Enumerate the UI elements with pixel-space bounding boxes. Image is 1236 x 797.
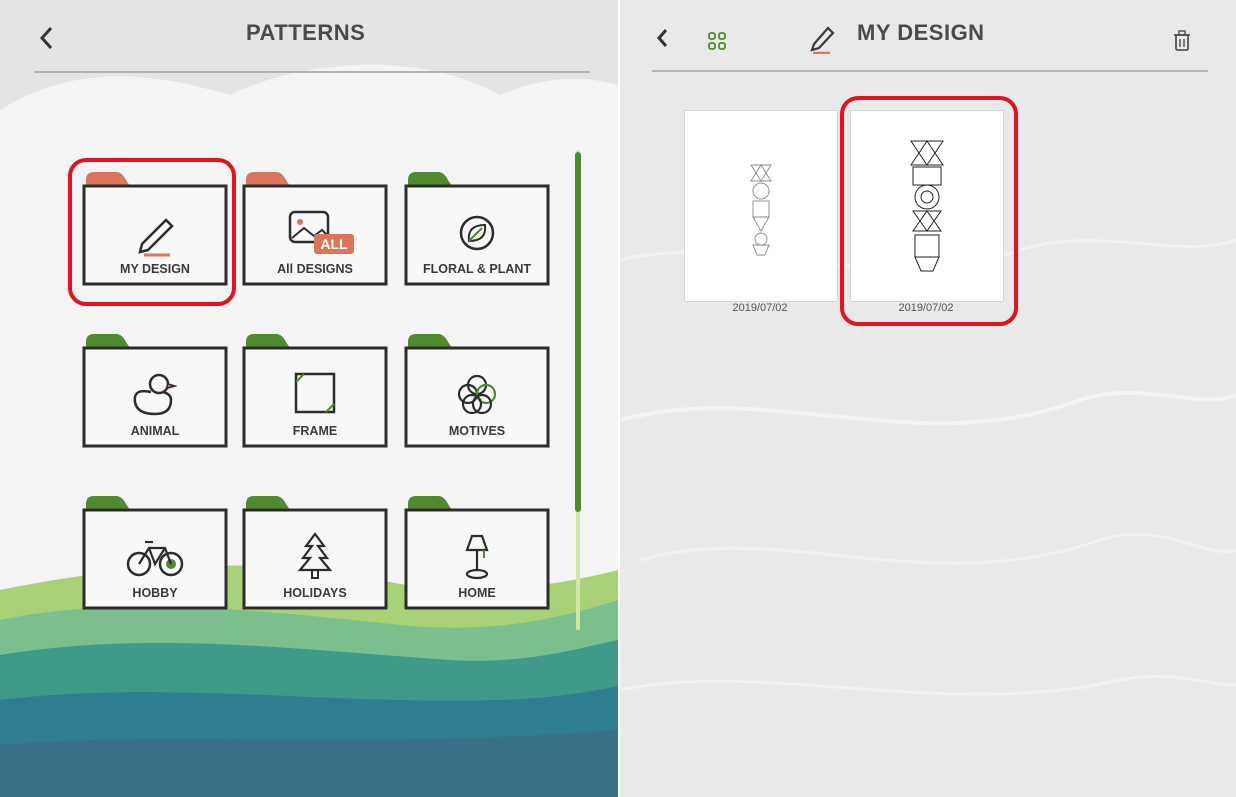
category-label: FLORAL & PLANT [422,262,532,276]
category-floral-plant[interactable]: FLORAL & PLANT [402,170,552,290]
duck-icon [80,370,230,420]
image-all-icon: ALL [240,208,390,258]
highlight-box [840,96,1018,326]
category-label: HOBBY [132,586,178,600]
my-design-screen: MY DESIGN 2019/07/02 2019/07/02 [620,0,1236,797]
motif-icon [402,370,552,420]
category-animal[interactable]: ANIMAL [80,332,230,452]
page-title: MY DESIGN [857,20,985,45]
back-button[interactable] [34,24,58,52]
category-all-designs[interactable]: ALL All DESIGNS [240,170,390,290]
bicycle-icon [80,532,230,582]
category-frame[interactable]: FRAME [240,332,390,452]
category-motives[interactable]: MOTIVES [402,332,552,452]
category-label: MOTIVES [448,424,506,438]
highlight-box [68,158,236,306]
category-label: FRAME [292,424,338,438]
grid-view-button[interactable] [706,30,728,52]
chevron-left-icon [657,29,668,47]
category-label: HOME [458,586,496,600]
design-thumbnail[interactable] [684,110,838,302]
pencil-icon [808,22,838,54]
lamp-icon [402,532,552,582]
back-button[interactable] [650,24,674,52]
design-date: 2019/07/02 [732,302,788,314]
frame-icon [240,370,390,420]
category-label: ANIMAL [130,424,180,438]
leaf-icon [402,208,552,258]
design-preview [750,164,772,256]
header-divider [34,71,590,73]
page-title: PATTERNS [246,20,366,45]
trash-icon [1174,30,1190,51]
category-label: All DESIGNS [277,262,353,276]
category-hobby[interactable]: HOBBY [80,494,230,614]
grid-icon [708,32,726,50]
patterns-screen: PATTERNS MY DESIGN ALL All DESIGNS FLORA… [0,0,618,797]
category-label: HOLIDAYS [283,586,347,600]
tree-icon [240,532,390,582]
chevron-left-icon [39,26,53,50]
category-home[interactable]: HOME [402,494,552,614]
header-divider [652,70,1208,72]
category-holidays[interactable]: HOLIDAYS [240,494,390,614]
all-badge-text: ALL [320,236,348,252]
scrollbar-thumb[interactable] [575,152,581,512]
delete-button[interactable] [1170,28,1194,54]
